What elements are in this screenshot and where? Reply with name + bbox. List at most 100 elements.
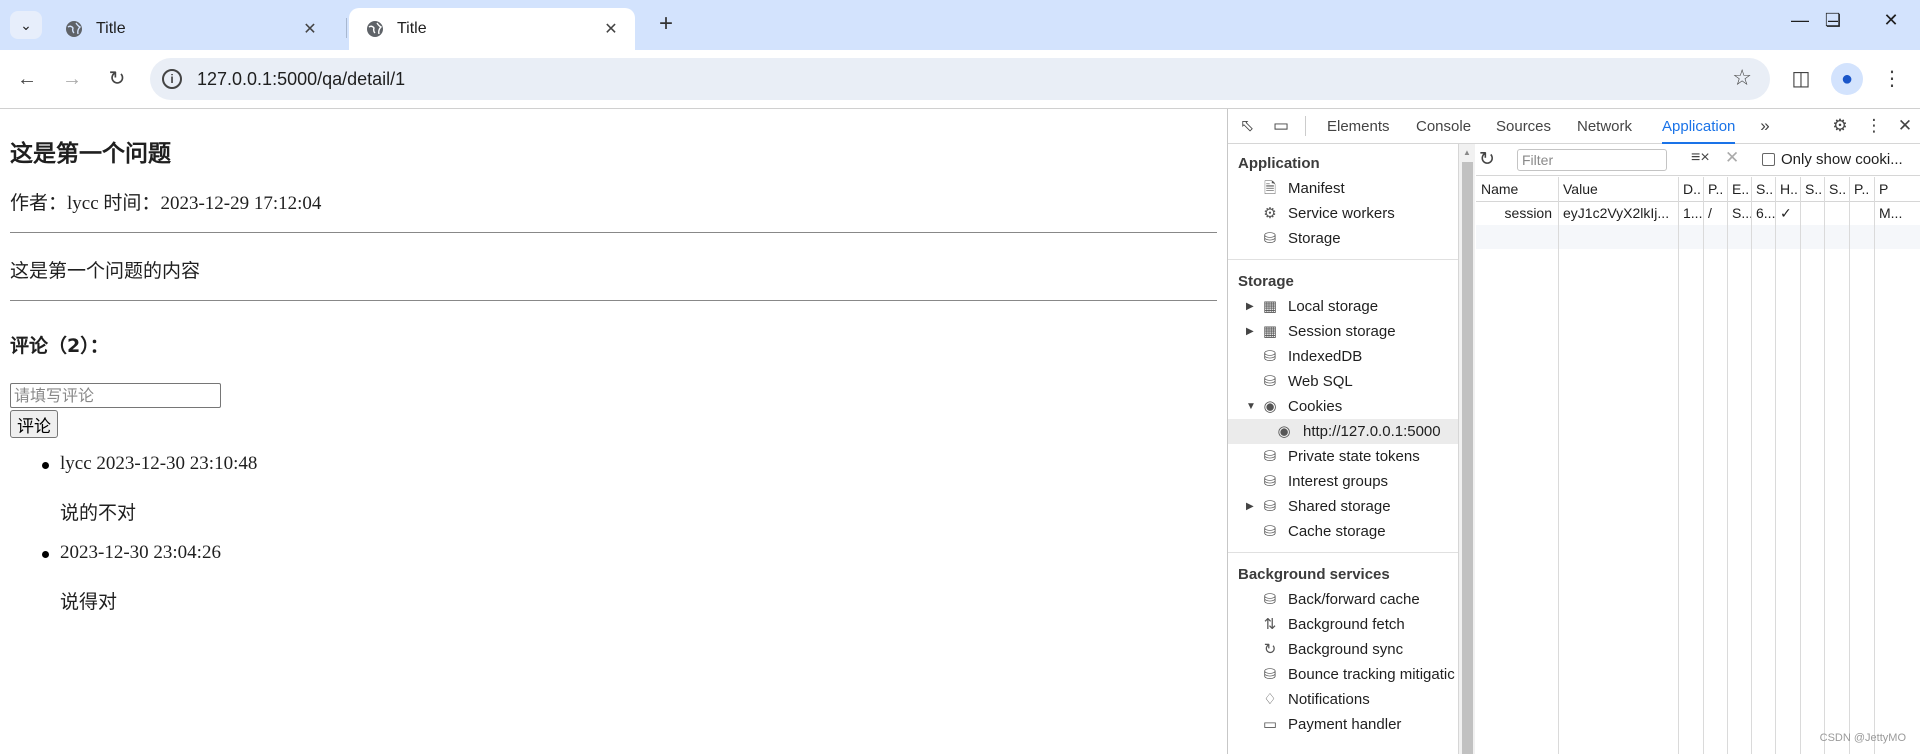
cookie-secure-cell[interactable] — [1800, 201, 1824, 225]
cookie-domain-cell[interactable]: 1... — [1678, 201, 1703, 225]
gear-icon[interactable]: ⚙ — [1828, 114, 1852, 138]
sidebar-item-bounce-tracking[interactable]: ⛁ Bounce tracking mitigatic — [1228, 662, 1458, 687]
sidebar-item-background-fetch[interactable]: ⇅ Background fetch — [1228, 612, 1458, 637]
close-window-icon[interactable]: ✕ — [1876, 10, 1906, 31]
person-icon: ● — [1840, 68, 1854, 90]
chevron-down-icon: ⌄ — [20, 16, 32, 33]
sidebar-item-cookie-origin[interactable]: ◉ http://127.0.0.1:5000 — [1228, 419, 1458, 444]
back-arrow-icon[interactable]: ← — [12, 64, 42, 94]
column-header-samesite[interactable]: S.. — [1824, 177, 1849, 201]
expand-triangle-icon[interactable]: ▶ — [1246, 494, 1254, 519]
browser-tab-2[interactable]: Title ✕ — [349, 8, 635, 50]
sidebar-item-cookies[interactable]: ▼ ◉ Cookies — [1228, 394, 1458, 419]
cookie-partition-cell[interactable] — [1849, 201, 1874, 225]
sidebar-item-interest-groups[interactable]: ⛁ Interest groups — [1228, 469, 1458, 494]
sidebar-item-local-storage[interactable]: ▶ ▦ Local storage — [1228, 294, 1458, 319]
sidebar-item-bfcache[interactable]: ⛁ Back/forward cache — [1228, 587, 1458, 612]
section-background-services: Background services — [1238, 566, 1390, 583]
sidebar-item-service-workers[interactable]: ⚙ Service workers — [1228, 201, 1458, 226]
device-toolbar-icon[interactable]: ▭ — [1269, 114, 1293, 138]
expand-triangle-icon[interactable]: ▶ — [1246, 294, 1254, 319]
column-header-size[interactable]: S.. — [1751, 177, 1775, 201]
delete-selected-icon[interactable]: ✕ — [1725, 148, 1739, 168]
menu-kebab-icon[interactable]: ⋮ — [1876, 63, 1908, 95]
tab-application[interactable]: Application — [1662, 109, 1736, 144]
clear-all-icon[interactable]: ≡× — [1691, 149, 1710, 167]
divider — [1228, 259, 1458, 260]
tab-elements[interactable]: Elements — [1327, 109, 1390, 144]
column-header-secure[interactable]: S.. — [1800, 177, 1824, 201]
cookie-priority-cell[interactable]: M... — [1874, 201, 1920, 225]
sidebar-scrollbar[interactable]: ▲ — [1458, 144, 1475, 754]
sidebar-item-notifications[interactable]: ♢ Notifications — [1228, 687, 1458, 712]
cookie-size-cell[interactable]: 6... — [1751, 201, 1775, 225]
only-show-cookies-checkbox[interactable] — [1762, 153, 1775, 166]
sidebar-item-indexeddb[interactable]: ⛁ IndexedDB — [1228, 344, 1458, 369]
new-tab-button[interactable]: + — [652, 11, 680, 39]
sidebar-item-session-storage[interactable]: ▶ ▦ Session storage — [1228, 319, 1458, 344]
tab-network[interactable]: Network — [1577, 109, 1632, 144]
table-icon: ▦ — [1262, 298, 1278, 315]
url-text[interactable]: 127.0.0.1:5000/qa/detail/1 — [197, 69, 405, 90]
globe-icon — [66, 21, 82, 37]
side-panel-icon[interactable]: ◫ — [1785, 63, 1817, 95]
cookie-samesite-cell[interactable] — [1824, 201, 1849, 225]
devtools-menu-icon[interactable]: ⋮ — [1862, 114, 1886, 138]
comment-submit-button[interactable]: 评论 — [10, 410, 58, 438]
tab-search-button[interactable]: ⌄ — [10, 11, 42, 39]
watermark: CSDN @JettyMO — [1819, 732, 1906, 744]
sidebar-item-storage[interactable]: ⛁ Storage — [1228, 226, 1458, 251]
bookmark-star-icon[interactable]: ☆ — [1732, 65, 1752, 91]
sidebar-item-web-sql[interactable]: ⛁ Web SQL — [1228, 369, 1458, 394]
tab-console[interactable]: Console — [1416, 109, 1471, 144]
column-header-httponly[interactable]: H.. — [1775, 177, 1800, 201]
restore-icon[interactable]: ❏ — [1818, 10, 1848, 31]
minimize-icon[interactable]: — — [1785, 10, 1815, 31]
column-header-value[interactable]: Value — [1558, 177, 1678, 201]
close-icon[interactable]: ✕ — [300, 19, 320, 39]
cookie-path-cell[interactable]: / — [1703, 201, 1727, 225]
close-icon[interactable]: ✕ — [601, 19, 621, 39]
address-bar[interactable]: i 127.0.0.1:5000/qa/detail/1 ☆ — [150, 58, 1770, 100]
collapse-triangle-icon[interactable]: ▼ — [1246, 394, 1256, 419]
cookie-name-cell[interactable]: session — [1476, 201, 1558, 225]
column-header-path[interactable]: P.. — [1703, 177, 1727, 201]
inspect-element-icon[interactable]: ⬁ — [1235, 114, 1259, 138]
column-header-priority[interactable]: P — [1874, 177, 1920, 201]
cookies-filter-bar: ↻ ≡× ✕ Only show cooki... — [1476, 144, 1920, 176]
forward-arrow-icon[interactable]: → — [57, 64, 87, 94]
comment-meta: 2023-12-30 23:04:26 — [60, 542, 221, 563]
site-info-icon[interactable]: i — [162, 69, 182, 89]
sidebar-item-shared-storage[interactable]: ▶ ⛁ Shared storage — [1228, 494, 1458, 519]
reload-icon[interactable]: ↻ — [102, 64, 132, 94]
comment-input[interactable] — [10, 383, 221, 408]
profile-avatar[interactable]: ● — [1831, 63, 1863, 95]
filter-input[interactable] — [1517, 149, 1667, 171]
cookie-httponly-cell[interactable]: ✓ — [1775, 201, 1800, 225]
close-devtools-icon[interactable]: ✕ — [1893, 114, 1917, 138]
database-icon: ⛁ — [1263, 473, 1277, 490]
column-header-expires[interactable]: E.. — [1727, 177, 1751, 201]
sidebar-item-payment-handler[interactable]: ▭ Payment handler — [1228, 712, 1458, 737]
sidebar-item-label: Interest groups — [1288, 473, 1389, 490]
sidebar-item-background-sync[interactable]: ↻ Background sync — [1228, 637, 1458, 662]
more-tabs-icon[interactable]: » — [1753, 114, 1777, 138]
author-name: lycc — [67, 193, 99, 214]
cookie-value-cell[interactable]: eyJ1c2VyX2lkIj... — [1558, 201, 1678, 225]
card-icon: ▭ — [1262, 716, 1278, 733]
sidebar-item-manifest[interactable]: 🗎 Manifest — [1228, 176, 1458, 201]
cookie-expires-cell[interactable]: S... — [1727, 201, 1751, 225]
column-header-partition[interactable]: P.. — [1849, 177, 1874, 201]
scrollbar-thumb[interactable] — [1462, 162, 1473, 754]
sidebar-item-label: Private state tokens — [1288, 448, 1420, 465]
browser-tab-1[interactable]: Title ✕ — [48, 8, 334, 50]
sidebar-item-label: IndexedDB — [1288, 348, 1363, 365]
sidebar-item-cache-storage[interactable]: ⛁ Cache storage — [1228, 519, 1458, 544]
expand-triangle-icon[interactable]: ▶ — [1246, 319, 1254, 344]
sidebar-item-private-state-tokens[interactable]: ⛁ Private state tokens — [1228, 444, 1458, 469]
tab-sources[interactable]: Sources — [1496, 109, 1551, 144]
refresh-icon[interactable]: ↻ — [1479, 148, 1495, 171]
scroll-up-arrow-icon[interactable]: ▲ — [1463, 148, 1471, 157]
column-header-domain[interactable]: D.. — [1678, 177, 1703, 201]
column-header-name[interactable]: Name — [1476, 177, 1558, 201]
